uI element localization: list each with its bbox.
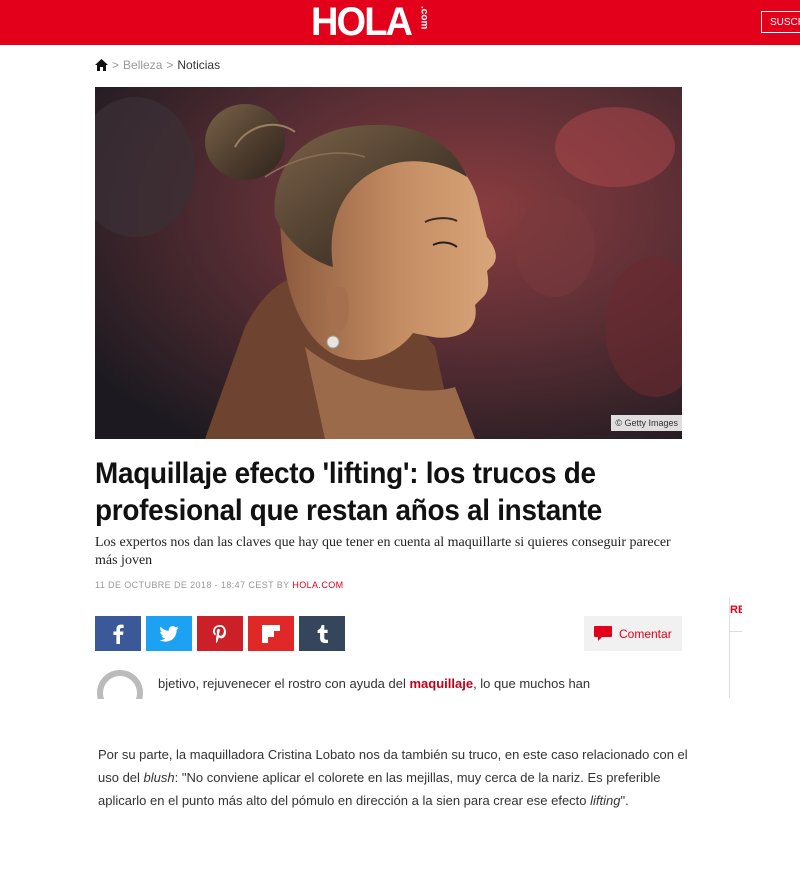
tumblr-icon <box>317 624 328 643</box>
sidebar-teaser[interactable]: RE <box>729 598 742 698</box>
article-paragraph-1: bjetivo, rejuvenecer el rostro con ayuda… <box>158 676 590 691</box>
photo-credit: © Getty Images <box>611 415 682 431</box>
home-icon[interactable] <box>95 59 108 71</box>
pinterest-icon <box>213 624 226 643</box>
paragraph-2-part-3: ". <box>620 793 629 808</box>
maquillaje-link[interactable]: maquillaje <box>409 676 473 691</box>
hero-image: © Getty Images <box>95 87 682 439</box>
comment-button[interactable]: Comentar <box>584 616 682 651</box>
article-meta: 11 DE OCTUBRE DE 2018 - 18:47 CEST BY HO… <box>95 580 344 590</box>
logo-main-text: HOLA <box>311 0 413 44</box>
lifting-emphasis: lifting <box>590 793 621 808</box>
twitter-icon <box>159 625 179 642</box>
hero-photo <box>95 87 682 439</box>
breadcrumb-separator: > <box>112 58 120 72</box>
facebook-share-button[interactable] <box>95 616 141 651</box>
flipboard-icon <box>262 624 280 643</box>
facebook-icon <box>113 624 124 644</box>
comment-label: Comentar <box>619 626 672 641</box>
article-subtitle: Los expertos nos dan las claves que hay … <box>95 535 671 568</box>
breadcrumb-separator: > <box>166 58 174 72</box>
sidebar-teaser-label: RE <box>730 604 742 616</box>
hola-logo[interactable]: HOLA .com <box>311 2 429 42</box>
twitter-share-button[interactable] <box>146 616 192 651</box>
share-bar <box>95 616 350 651</box>
flipboard-share-button[interactable] <box>248 616 294 651</box>
sidebar-divider <box>730 631 742 632</box>
article-paragraph-2: Por su parte, la maquilladora Cristina L… <box>98 743 698 812</box>
site-header: HOLA .com SUSCRÍBETE <box>0 0 800 45</box>
logo-suffix-text: .com <box>418 6 430 30</box>
breadcrumb-item-belleza[interactable]: Belleza <box>123 58 162 72</box>
article-title: Maquillaje efecto 'lifting': los trucos … <box>95 457 602 527</box>
paragraph-1-text-after: , lo que muchos han <box>473 676 591 691</box>
paragraph-1-text-before: bjetivo, rejuvenecer el rostro con ayuda… <box>158 676 410 691</box>
blush-emphasis: blush <box>143 770 175 785</box>
author-link[interactable]: HOLA.COM <box>292 580 343 590</box>
tumblr-share-button[interactable] <box>299 616 345 651</box>
byline-label: BY <box>276 580 290 590</box>
breadcrumb: > Belleza > Noticias <box>95 57 220 73</box>
subscribe-button[interactable]: SUSCRÍBETE <box>761 11 800 33</box>
avatar-mask <box>95 699 147 724</box>
comment-icon <box>594 626 612 641</box>
next-paragraph-fade <box>98 866 638 873</box>
article-date: 11 DE OCTUBRE DE 2018 - 18:47 CEST <box>95 580 274 590</box>
pinterest-share-button[interactable] <box>197 616 243 651</box>
paragraph-2-part-2: : "No conviene aplicar el colorete en la… <box>98 770 661 808</box>
breadcrumb-item-noticias[interactable]: Noticias <box>177 58 220 72</box>
